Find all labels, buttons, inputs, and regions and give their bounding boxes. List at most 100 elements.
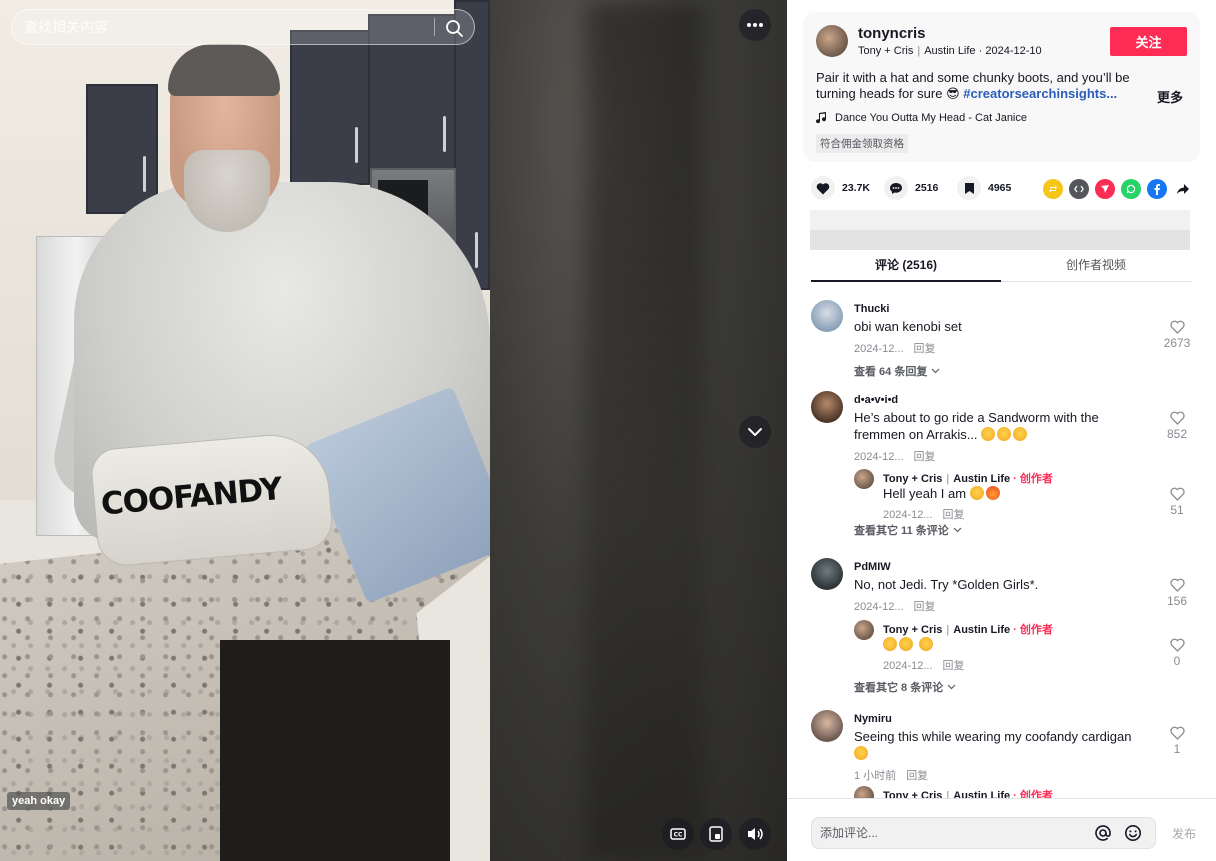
creator-avatar[interactable] — [854, 786, 874, 798]
volume-button[interactable] — [739, 818, 771, 850]
speaker-icon — [748, 828, 763, 840]
author-avatar[interactable] — [816, 25, 848, 57]
search-input[interactable] — [12, 10, 432, 44]
creator-avatar[interactable] — [854, 469, 874, 489]
search-icon[interactable] — [442, 16, 466, 40]
comment-like-button[interactable]: 2673 — [1162, 320, 1192, 350]
embed-icon[interactable] — [1069, 179, 1089, 199]
author-username[interactable]: tonyncris — [858, 25, 926, 42]
product-bag: COOFANDY — [89, 429, 335, 569]
laughing-emoji-icon — [981, 427, 996, 441]
bag-brand-text: COOFANDY — [99, 470, 283, 523]
share-row — [1043, 179, 1193, 199]
engagement-bar: 23.7K 2516 4965 — [811, 175, 1030, 201]
comment-like-button[interactable]: 156 — [1162, 578, 1192, 608]
chevron-down-icon — [953, 527, 962, 533]
creator-tag: · 创作者 — [1013, 790, 1053, 798]
save-button[interactable]: 4965 — [957, 176, 1020, 200]
laughing-emoji-icon — [854, 746, 868, 760]
view-replies-button[interactable]: 查看 64 条回复 — [854, 363, 940, 379]
view-replies-button[interactable]: 查看其它 11 条评论 — [854, 522, 962, 538]
captions-button[interactable]: CC — [662, 818, 694, 850]
heart-outline-icon — [1169, 320, 1185, 334]
reply-button[interactable]: 回复 — [943, 509, 965, 521]
search-bar[interactable] — [11, 9, 475, 45]
commenter-avatar[interactable] — [811, 391, 843, 423]
comment-list[interactable]: Thucki obi wan kenobi set 2024-12... 回复 2… — [787, 296, 1216, 798]
comment-meta: 1 小时前 回复 — [854, 770, 929, 782]
reply-button[interactable]: 回复 — [914, 343, 936, 355]
reply-author[interactable]: Tony + Cris | Austin Life · 创作者 — [883, 621, 1053, 637]
comment-input[interactable] — [812, 818, 1082, 848]
reply-button[interactable]: 回复 — [914, 451, 936, 463]
mention-icon[interactable] — [1094, 824, 1112, 847]
commenter-name[interactable]: Thucki — [854, 303, 889, 315]
commenter-name[interactable]: d•a•v•i•d — [854, 394, 898, 406]
whatsapp-icon[interactable] — [1121, 179, 1141, 199]
creator-avatar[interactable] — [854, 620, 874, 640]
facebook-icon[interactable] — [1147, 179, 1167, 199]
commenter-avatar[interactable] — [811, 558, 843, 590]
heart-outline-icon — [1169, 487, 1185, 501]
view-replies-button[interactable]: 查看其它 8 条评论 — [854, 679, 956, 695]
reply-button[interactable]: 回复 — [914, 601, 936, 613]
post-comment-button[interactable]: 发布 — [1172, 825, 1196, 842]
music-link[interactable]: Dance You Outta My Head - Cat Janice — [816, 112, 1027, 124]
placeholder-banner — [810, 210, 1190, 250]
winking-tongue-emoji-icon — [883, 637, 897, 651]
music-title: Dance You Outta My Head - Cat Janice — [835, 112, 1027, 124]
details-panel: tonyncris Tony + Cris | Austin Life · 2024… — [787, 0, 1216, 861]
comment-like-count: 852 — [1166, 427, 1188, 441]
astonished-emoji-icon — [899, 637, 913, 651]
comment-like-button[interactable]: 852 — [1162, 411, 1192, 441]
video-caption-badge: yeah okay — [7, 792, 71, 810]
reply-text — [883, 636, 1173, 653]
share-arrow-icon[interactable] — [1173, 179, 1193, 199]
cc-icon: CC — [670, 828, 686, 840]
emoji-picker-icon[interactable] — [1124, 824, 1142, 847]
commenter-name[interactable]: Nymiru — [854, 713, 892, 725]
commenter-name[interactable]: PdMIW — [854, 561, 891, 573]
comment-input-box[interactable] — [811, 817, 1156, 849]
more-options-button[interactable] — [739, 9, 771, 41]
reply-item: Tony + Cris | Austin Life · 创作者 2024-12...… — [854, 620, 1192, 680]
reply-like-button[interactable]: 0 — [1162, 638, 1192, 668]
reply-button[interactable]: 回复 — [943, 660, 965, 672]
comment-meta: 2024-12... 回复 — [854, 601, 936, 613]
comment-composer: 发布 — [787, 798, 1216, 861]
commenter-avatar[interactable] — [811, 300, 843, 332]
heart-outline-icon — [1169, 638, 1185, 652]
follow-button[interactable]: 关注 — [1110, 27, 1187, 56]
ellipsis-icon — [747, 23, 763, 27]
reply-author[interactable]: Tony + Cris | Austin Life · 创作者 — [883, 787, 1053, 798]
author-meta: Tony + Cris | Austin Life · 2024-12-10 — [858, 45, 1042, 57]
author-display-name: Tony + Cris — [858, 45, 914, 57]
raised-hands-emoji-icon — [969, 486, 984, 500]
tab-comments[interactable]: 评论 (2516) — [811, 252, 1001, 282]
reply-button[interactable]: 回复 — [906, 770, 928, 782]
comment-like-button[interactable]: 1 — [1162, 726, 1192, 756]
floating-player-button[interactable] — [700, 818, 732, 850]
next-video-button[interactable] — [739, 416, 771, 448]
comment-text: Seeing this while wearing my coofandy ca… — [854, 728, 1144, 762]
reply-author[interactable]: Tony + Cris | Austin Life · 创作者 — [883, 470, 1053, 486]
creator-tag: · 创作者 — [1013, 473, 1053, 485]
comment-button[interactable]: 2516 — [884, 176, 947, 200]
save-count: 4965 — [988, 182, 1012, 194]
video-player[interactable]: COOFANDY yeah okay CC — [0, 0, 787, 861]
comment-like-count: 2673 — [1163, 336, 1191, 350]
laughing-emoji-icon — [997, 427, 1012, 441]
fire-emoji-icon — [985, 486, 1000, 500]
reply-item: Tony + Cris | Austin Life · 创作者 Hell yeah … — [854, 469, 1192, 529]
send-to-friends-icon[interactable] — [1095, 179, 1115, 199]
expand-description-button[interactable]: 更多 — [1157, 87, 1183, 106]
reply-like-button[interactable]: 51 — [1162, 487, 1192, 517]
hashtag-link[interactable]: #creatorsearchinsights... — [963, 86, 1117, 101]
comment-text: No, not Jedi. Try *Golden Girls*. — [854, 577, 1039, 592]
tab-creator-videos[interactable]: 创作者视频 — [1001, 252, 1191, 282]
chevron-down-icon — [748, 428, 762, 436]
video-description: Pair it with a hat and some chunky boots… — [816, 70, 1146, 102]
commenter-avatar[interactable] — [811, 710, 843, 742]
like-button[interactable]: 23.7K — [811, 176, 874, 200]
repost-icon[interactable] — [1043, 179, 1063, 199]
